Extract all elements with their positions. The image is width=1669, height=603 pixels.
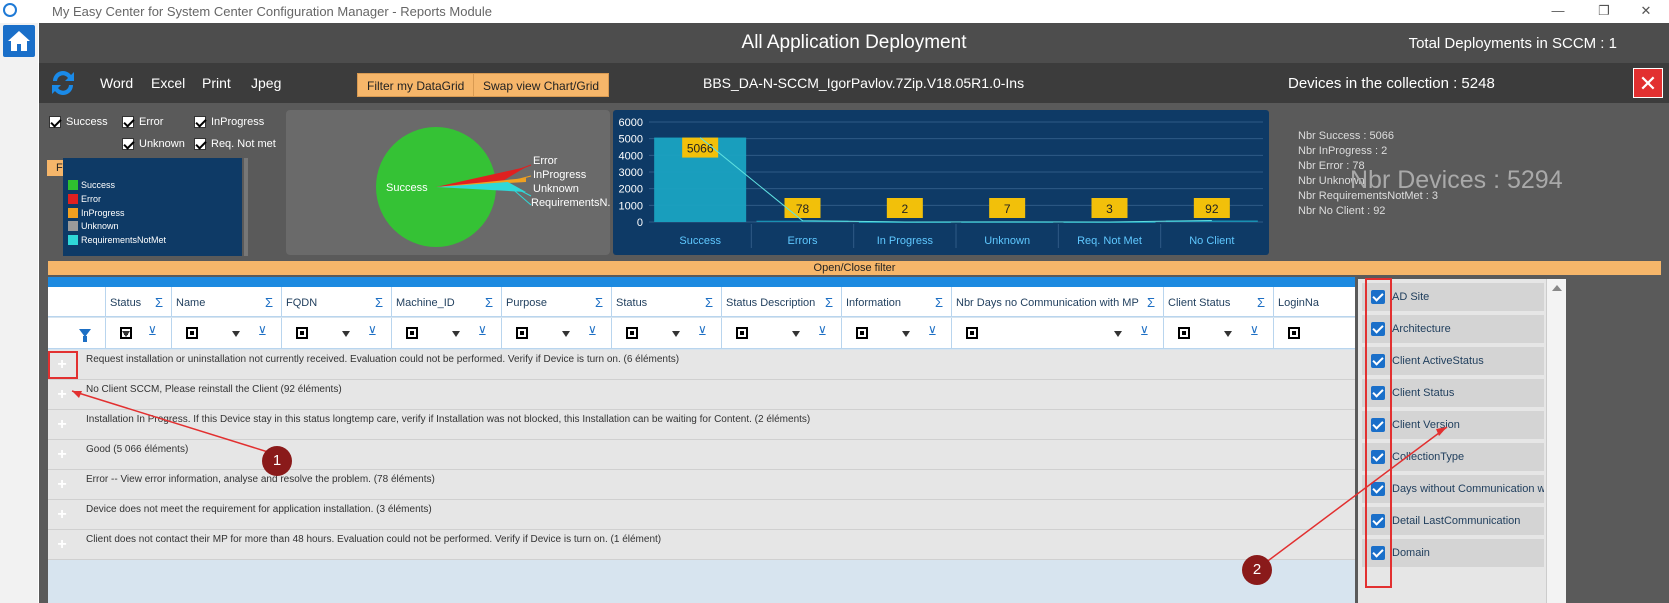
arrow-head-icon <box>72 391 82 398</box>
annotation-marker-1: 1 <box>262 446 292 476</box>
annotation-marker-2: 2 <box>1242 555 1272 585</box>
annotation-overlay <box>71 390 1448 570</box>
annotation-arrow-1 <box>71 390 269 453</box>
annotation-arrow-2 <box>1256 426 1448 570</box>
